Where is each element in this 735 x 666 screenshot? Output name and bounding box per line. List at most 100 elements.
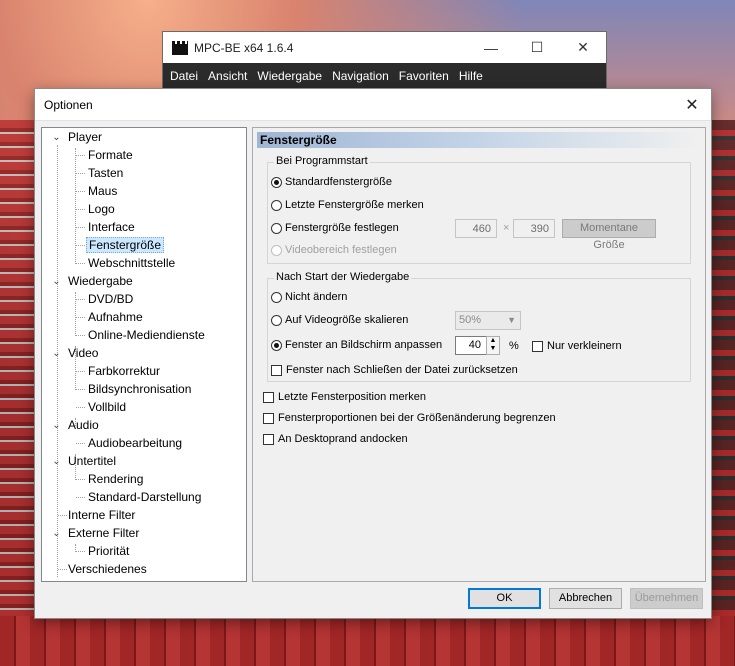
radio-indicator [271,222,282,234]
radio-fit-screen[interactable]: Fenster an Bildschirm anpassen [271,337,442,353]
snap-desktop-checkbox[interactable]: An Desktoprand andocken [263,431,408,447]
tree-item-bildsynchronisation[interactable]: Bildsynchronisation [88,380,191,398]
radio-remember-size[interactable]: Letzte Fenstergröße merken [271,197,424,213]
options-dialog: Optionen ✕ ⌄ Player Formate Tasten Maus … [35,89,711,618]
tree-label: Audio [68,418,99,432]
tree-player-line [75,148,76,264]
tree-connector [76,227,85,228]
radio-default-size[interactable]: Standardfenstergröße [271,174,392,190]
settings-panel: Fenstergröße Bei Programmstart Standardf… [252,127,706,582]
menu-wiedergabe[interactable]: Wiedergabe [252,69,327,83]
minimize-button[interactable]: — [468,32,514,63]
fit-percent-input[interactable]: 40 [455,336,487,355]
radio-indicator [271,176,282,188]
tree-item-online-mediendienste[interactable]: Online-Mediendienste [88,326,205,344]
tree-item-formate[interactable]: Formate [88,146,133,164]
tree-item-farbkorrektur[interactable]: Farbkorrektur [88,362,160,380]
arrow-down-icon[interactable]: ▼ [487,345,499,353]
tree-label: Externe Filter [68,526,140,540]
dialog-close-button[interactable]: ✕ [673,95,711,115]
scale-dropdown[interactable]: 50% ▼ [455,311,521,330]
only-shrink-checkbox[interactable]: Nur verkleinern [532,338,622,354]
spin-updown-button[interactable]: ▲ ▼ [486,336,500,355]
collapse-icon[interactable]: ⌄ [52,277,61,287]
arrow-up-icon[interactable]: ▲ [487,337,499,345]
remember-position-checkbox[interactable]: Letzte Fensterposition merken [263,389,426,405]
wallpaper-stands-bottom [0,616,735,666]
checkbox-box [263,391,274,403]
maximize-button[interactable]: ☐ [514,32,560,63]
reset-on-close-checkbox[interactable]: Fenster nach Schließen der Datei zurücks… [271,362,518,378]
radio-fixed-size[interactable]: Fenstergröße festlegen [271,220,399,236]
tree-item-verschiedenes[interactable]: Verschiedenes [68,560,147,578]
radio-label: Videobereich festlegen [285,244,397,256]
tree-connector [76,407,85,408]
dialog-titlebar: Optionen ✕ [35,89,711,121]
options-tree[interactable]: ⌄ Player Formate Tasten Maus Logo Interf… [41,127,247,582]
menu-ansicht[interactable]: Ansicht [203,69,252,83]
collapse-icon[interactable]: ⌄ [52,421,61,431]
tree-item-player[interactable]: ⌄ Player [52,128,102,146]
clapperboard-icon [172,40,188,55]
menu-datei[interactable]: Datei [165,69,203,83]
player-title: MPC-BE x64 1.6.4 [194,40,294,55]
checkbox-box [271,364,282,376]
tree-item-audio[interactable]: ⌄ Audio [52,416,99,434]
tree-item-externe-filter[interactable]: ⌄ Externe Filter [52,524,139,542]
collapse-icon[interactable]: ⌄ [52,133,61,143]
cancel-button[interactable]: Abbrechen [549,588,622,609]
tree-connector [76,371,85,372]
checkbox-box [263,433,274,445]
tree-item-vollbild[interactable]: Vollbild [88,398,126,416]
radio-scale-video[interactable]: Auf Videogröße skalieren [271,312,408,328]
radio-no-change[interactable]: Nicht ändern [271,289,347,305]
apply-button[interactable]: Übernehmen [630,588,703,609]
menu-hilfe[interactable]: Hilfe [454,69,488,83]
menu-favoriten[interactable]: Favoriten [394,69,454,83]
radio-indicator [271,339,282,351]
collapse-icon[interactable]: ⌄ [52,529,61,539]
tree-item-prioritaet[interactable]: Priorität [88,542,129,560]
close-button[interactable]: ✕ [560,32,606,63]
collapse-icon[interactable]: ⌄ [52,457,61,467]
tree-item-aufnahme[interactable]: Aufnahme [88,308,143,326]
tree-item-video[interactable]: ⌄ Video [52,344,98,362]
tree-item-webschnittstelle[interactable]: Webschnittstelle [88,254,175,272]
tree-item-wiedergabe[interactable]: ⌄ Wiedergabe [52,272,132,290]
tree-item-untertitel[interactable]: ⌄ Untertitel [52,452,116,470]
tree-item-maus[interactable]: Maus [88,182,117,200]
tree-item-standard-darstellung[interactable]: Standard-Darstellung [88,488,201,506]
tree-label: Video [68,346,99,360]
collapse-icon[interactable]: ⌄ [52,349,61,359]
tree-item-interne-filter[interactable]: Interne Filter [68,506,135,524]
checkbox-label: An Desktoprand andocken [278,433,408,445]
width-field[interactable]: 460 [455,219,497,238]
player-menubar: Datei Ansicht Wiedergabe Navigation Favo… [163,63,606,88]
tree-item-logo[interactable]: Logo [88,200,115,218]
after-start-legend: Nach Start der Wiedergabe [274,271,412,283]
tree-connector [76,479,85,480]
limit-proportions-checkbox[interactable]: Fensterproportionen bei der Größenänderu… [263,410,556,426]
scale-value: 50% [459,314,482,326]
tree-connector [76,209,85,210]
tree-connector [76,245,85,246]
radio-label: Fenster an Bildschirm anpassen [285,339,443,351]
tree-item-audiobearbeitung[interactable]: Audiobearbeitung [88,434,182,452]
tree-item-rendering[interactable]: Rendering [88,470,143,488]
tree-item-tasten[interactable]: Tasten [88,164,123,182]
radio-indicator [271,199,282,211]
radio-video-area[interactable]: Videobereich festlegen [271,242,397,258]
tree-item-interface[interactable]: Interface [88,218,135,236]
tree-item-fenstergroesse[interactable]: Fenstergröße [86,236,165,254]
player-titlebar: MPC-BE x64 1.6.4 — ☐ ✕ [163,32,606,63]
radio-label: Letzte Fenstergröße merken [285,199,424,211]
current-size-button[interactable]: Momentane Größe [562,219,656,251]
tree-connector [76,335,85,336]
checkbox-label: Fensterproportionen bei der Größenänderu… [278,412,556,424]
menu-navigation[interactable]: Navigation [327,69,394,83]
wallpaper-stands-right [710,120,735,666]
ok-button[interactable]: OK [468,588,541,609]
tree-item-dvdbd[interactable]: DVD/BD [88,290,133,308]
height-field[interactable]: 390 [513,219,555,238]
tree-connector [76,191,85,192]
